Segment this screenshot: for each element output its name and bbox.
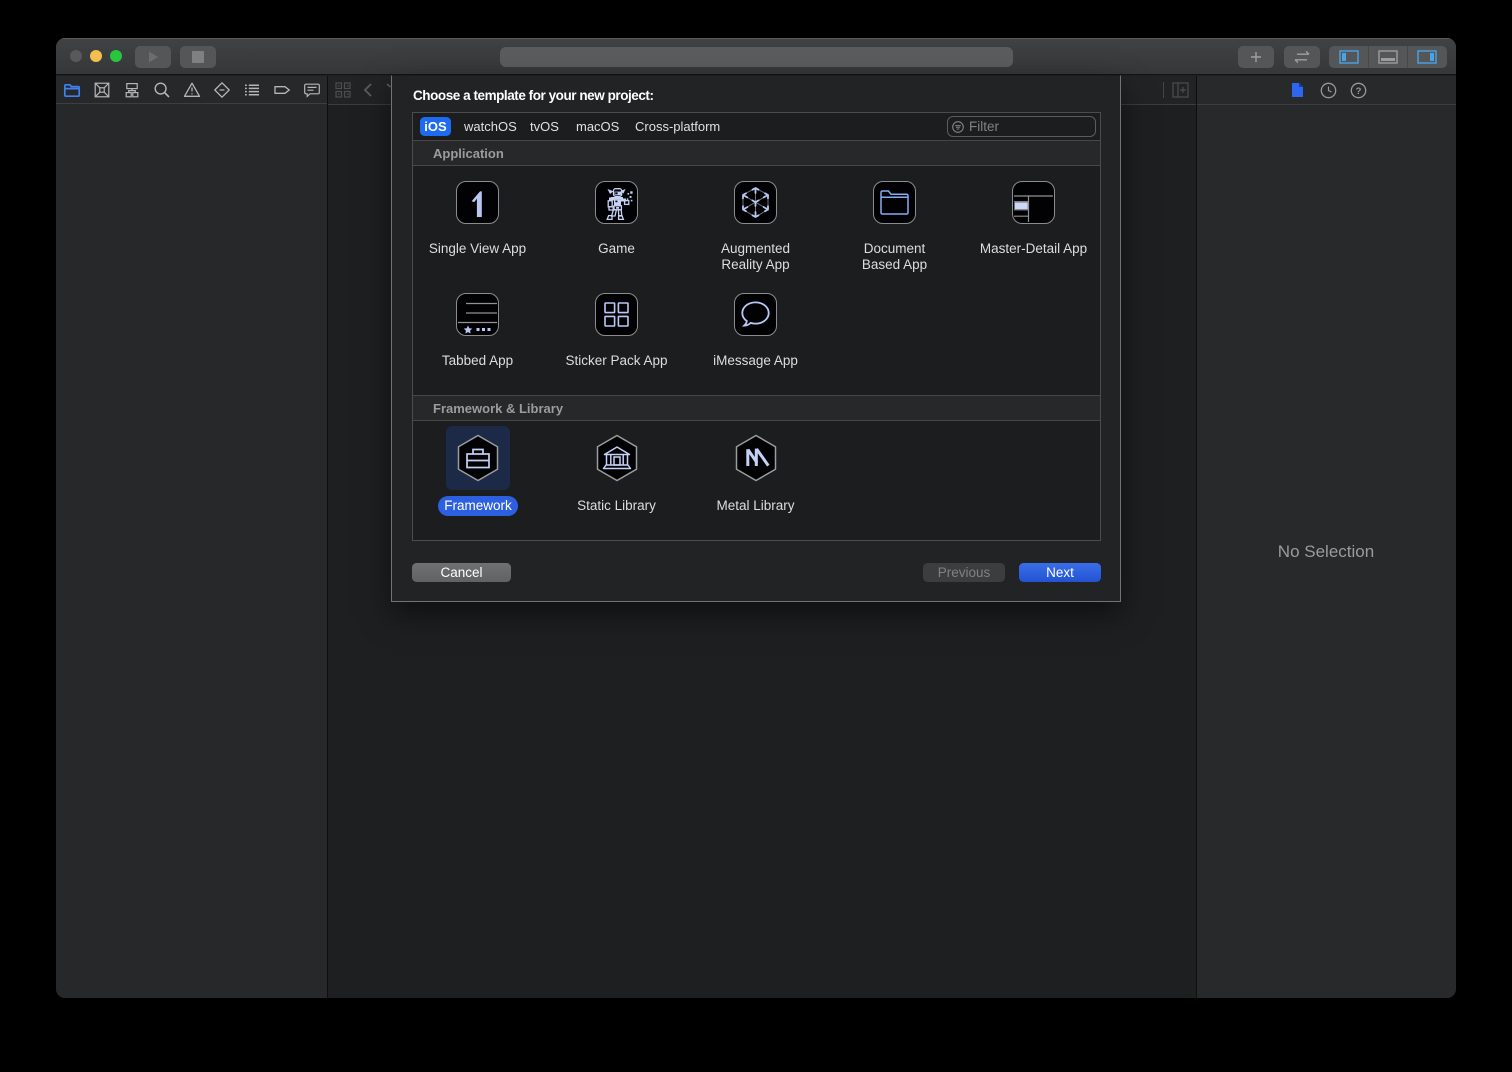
svg-text:?: ? [1356, 86, 1362, 97]
